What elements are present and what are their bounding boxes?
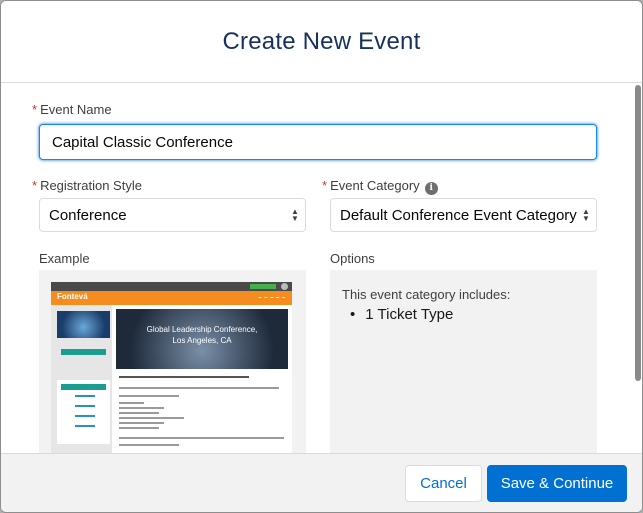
- modal-footer: Cancel Save & Continue: [1, 453, 642, 512]
- preview-hero-subtitle: Los Angeles, CA: [172, 336, 232, 345]
- preview-screenshot: Fontevá ▬ ▬ ▬ ▬ ▬ Global Leadership Conf…: [51, 282, 292, 453]
- preview-globe-image: [57, 311, 110, 338]
- event-name-input[interactable]: [39, 124, 597, 160]
- preview-text-line: [119, 427, 159, 429]
- event-category-value: Default Conference Event Category: [340, 206, 577, 224]
- preview-text-line: [119, 395, 179, 397]
- modal-title: Create New Event: [222, 27, 421, 55]
- preview-nav-links: ▬ ▬ ▬ ▬ ▬: [258, 295, 286, 299]
- preview-text-line: [119, 417, 184, 419]
- scrollbar[interactable]: [634, 84, 642, 453]
- preview-text-line: [119, 412, 159, 414]
- preview-text-line: [119, 422, 164, 424]
- info-icon[interactable]: i: [424, 182, 438, 195]
- required-asterisk: *: [32, 178, 38, 193]
- registration-style-label: * Registration Style: [32, 178, 142, 193]
- preview-sidebar-link: [75, 395, 95, 397]
- event-category-label: * Event Category i: [322, 178, 438, 195]
- preview-avatar: [281, 283, 288, 290]
- preview-hero-image: Global Leadership Conference, Los Angele…: [116, 309, 288, 369]
- preview-sidebar: [51, 305, 112, 453]
- modal-header: Create New Event: [1, 1, 642, 83]
- preview-sidebar-card: [57, 380, 110, 444]
- preview-hero-title: Global Leadership Conference,: [146, 325, 258, 334]
- preview-text-line: [119, 387, 279, 389]
- example-preview: Fontevá ▬ ▬ ▬ ▬ ▬ Global Leadership Conf…: [39, 270, 306, 453]
- preview-text-line: [119, 444, 179, 446]
- preview-topbar: [51, 282, 292, 291]
- preview-sidebar-link: [75, 415, 95, 417]
- select-arrows-icon: ▲ ▼: [291, 207, 299, 223]
- preview-navbar: Fontevá ▬ ▬ ▬ ▬ ▬: [51, 291, 292, 305]
- preview-sidebar-link: [75, 425, 95, 427]
- preview-text-line: [119, 376, 249, 378]
- preview-topbar-button: [250, 284, 276, 289]
- required-asterisk: *: [322, 178, 328, 193]
- save-continue-button[interactable]: Save & Continue: [487, 465, 627, 502]
- preview-text-line: [119, 437, 284, 439]
- options-intro: This event category includes:: [342, 287, 511, 302]
- registration-style-select[interactable]: Conference ▲ ▼: [39, 198, 306, 232]
- options-list-item: 1 Ticket Type: [350, 306, 453, 323]
- event-name-label: * Event Name: [32, 102, 112, 117]
- cancel-button[interactable]: Cancel: [405, 465, 482, 502]
- preview-text-line: [119, 407, 164, 409]
- event-category-select[interactable]: Default Conference Event Category ▲ ▼: [330, 198, 597, 232]
- modal-body[interactable]: *Event Name *Registration Style Conferen…: [1, 84, 642, 453]
- preview-text-line: [119, 402, 144, 404]
- preview-sidebar-link: [75, 405, 95, 407]
- options-label: Options: [330, 251, 375, 266]
- options-panel: This event category includes: 1 Ticket T…: [330, 270, 597, 453]
- preview-sidebar-button: [61, 384, 106, 390]
- preview-logo: Fontevá: [57, 292, 88, 301]
- options-list: 1 Ticket Type: [350, 306, 453, 323]
- create-event-modal: Create New Event *Event Name *Registrati…: [0, 0, 643, 513]
- registration-style-value: Conference: [49, 206, 127, 224]
- preview-register-button: [61, 349, 106, 355]
- example-label: Example: [39, 251, 90, 266]
- required-asterisk: *: [32, 102, 38, 117]
- select-arrows-icon: ▲ ▼: [582, 207, 590, 223]
- scrollbar-thumb[interactable]: [635, 85, 641, 381]
